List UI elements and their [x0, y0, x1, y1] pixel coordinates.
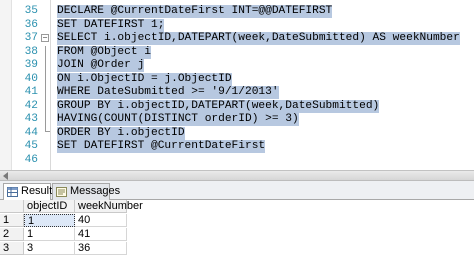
tab-results[interactable]: Results: [3, 183, 58, 201]
message-icon: [56, 187, 67, 197]
row-number-cell[interactable]: 1: [0, 214, 24, 227]
column-header-objectid[interactable]: objectID: [24, 200, 75, 213]
code-line[interactable]: 36 SET DATEFIRST 1;: [0, 18, 474, 32]
table-row[interactable]: 2 1 41: [0, 228, 474, 241]
tab-messages-label: Messages: [70, 185, 121, 197]
row-number-cell[interactable]: 3: [0, 242, 24, 255]
column-header-weeknumber[interactable]: weekNumber: [75, 200, 143, 213]
table-row[interactable]: 3 3 36: [0, 242, 474, 255]
cell-weeknumber[interactable]: 40: [75, 214, 127, 227]
row-number-cell[interactable]: 2: [0, 228, 24, 241]
code-line[interactable]: 42 GROUP BY i.objectID,DATEPART(week,Date…: [0, 99, 474, 113]
line-number: 41: [24, 86, 38, 98]
line-number: 35: [24, 5, 38, 17]
code-text[interactable]: SET DATEFIRST 1;: [57, 18, 165, 32]
code-line[interactable]: 44 ORDER BY i.objectID: [0, 126, 474, 140]
line-number: 39: [24, 59, 38, 71]
line-number: 42: [24, 99, 38, 112]
code-text[interactable]: WHERE DateSubmitted >= '9/1/2013': [57, 86, 279, 99]
tab-messages[interactable]: Messages: [52, 183, 120, 200]
line-number: 45: [24, 140, 38, 152]
cell-objectid[interactable]: 1: [24, 228, 75, 241]
code-line[interactable]: 39 JOIN @Order j: [0, 59, 474, 72]
collapse-minus-icon[interactable]: −: [41, 34, 49, 42]
line-number: 36: [24, 18, 38, 31]
line-number: 37: [24, 32, 38, 44]
code-line[interactable]: 40 ON i.ObjectID = j.ObjectID: [0, 72, 474, 86]
cell-objectid[interactable]: 3: [24, 242, 75, 255]
pane-splitter[interactable]: [0, 170, 474, 181]
code-text[interactable]: ORDER BY i.objectID: [57, 126, 185, 140]
code-line[interactable]: 43 HAVING(COUNT(DISTINCT orderID) >= 3): [0, 113, 474, 126]
table-row[interactable]: 1 1 40: [0, 214, 474, 227]
code-text[interactable]: GROUP BY i.objectID,DATEPART(week,DateSu…: [57, 99, 380, 113]
line-number: 43: [24, 113, 38, 125]
line-number: 46: [24, 153, 38, 166]
code-line[interactable]: 41 WHERE DateSubmitted >= '9/1/2013': [0, 86, 474, 99]
cell-objectid[interactable]: 1: [24, 214, 75, 227]
grid-icon: [7, 187, 18, 197]
scroll-left-arrow-icon[interactable]: [3, 172, 8, 180]
code-text[interactable]: HAVING(COUNT(DISTINCT orderID) >= 3): [57, 113, 299, 126]
query-editor[interactable]: 35 DECLARE @CurrentDateFirst INT=@@DATEFI…: [0, 0, 474, 170]
cell-weeknumber[interactable]: 41: [75, 228, 127, 241]
code-text[interactable]: JOIN @Order j: [57, 59, 145, 72]
results-grid[interactable]: objectID weekNumber 1 1 40 2 1 41 3 3 36: [0, 200, 474, 257]
line-number: 38: [24, 45, 38, 58]
cell-weeknumber[interactable]: 36: [75, 242, 127, 255]
code-line[interactable]: 45 SET DATEFIRST @CurrentDateFirst: [0, 140, 474, 153]
code-text[interactable]: FROM @Object i: [57, 45, 151, 59]
code-text[interactable]: ON i.ObjectID = j.ObjectID: [57, 72, 232, 86]
line-number: 44: [24, 126, 38, 139]
code-text[interactable]: SET DATEFIRST @CurrentDateFirst: [57, 140, 266, 153]
code-text[interactable]: DECLARE @CurrentDateFirst INT=@@DATEFIRS…: [57, 5, 333, 18]
grid-corner-cell[interactable]: [0, 200, 24, 213]
results-tab-strip: Results Messages: [0, 181, 474, 201]
code-line[interactable]: 38 FROM @Object i: [0, 45, 474, 59]
line-number: 40: [24, 72, 38, 85]
code-text[interactable]: SELECT i.objectID,DATEPART(week,DateSubm…: [57, 32, 460, 45]
grid-header-row: objectID weekNumber: [0, 200, 474, 213]
code-line[interactable]: 37− SELECT i.objectID,DATEPART(week,DateS…: [0, 32, 474, 45]
code-line[interactable]: 35 DECLARE @CurrentDateFirst INT=@@DATEFI…: [0, 5, 474, 18]
code-line[interactable]: 46: [0, 154, 474, 167]
